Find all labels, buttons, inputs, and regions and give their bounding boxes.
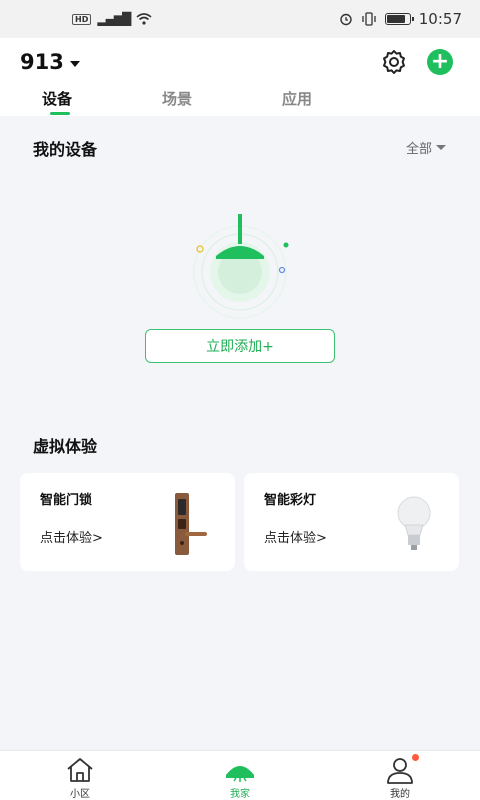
nav-item-my-home[interactable]: 我家 xyxy=(200,751,280,800)
status-bar: HD ▂▄▆█ 10:57 xyxy=(0,0,480,38)
card-cta[interactable]: 点击体验> xyxy=(264,527,327,546)
nav-label: 小区 xyxy=(70,789,90,800)
status-left: HD ▂▄▆█ xyxy=(72,12,152,26)
nav-item-community[interactable]: 小区 xyxy=(40,751,120,800)
signal-icon: ▂▄▆█ xyxy=(97,12,131,26)
smart-lock-card[interactable]: 智能门锁 点击体验> xyxy=(20,473,235,571)
nav-item-me[interactable]: 我的 xyxy=(360,751,440,800)
nav-label: 我的 xyxy=(390,789,410,800)
home-selector[interactable]: 913 xyxy=(20,50,80,74)
top-tabs: 设备 场景 应用 xyxy=(0,86,480,116)
my-devices-title: 我的设备 xyxy=(33,140,98,159)
tab-indicator xyxy=(50,112,70,115)
virtual-experience-title: 虚拟体验 xyxy=(33,437,98,456)
settings-gear-icon[interactable] xyxy=(380,48,408,76)
hd-badge: HD xyxy=(72,13,92,25)
card-title: 智能门锁 xyxy=(40,493,93,508)
card-cta[interactable]: 点击体验> xyxy=(40,527,103,546)
header: 913 + 设备 场景 应用 xyxy=(0,38,480,116)
caret-down-icon xyxy=(69,60,80,67)
nav-label: 我家 xyxy=(230,789,250,800)
plus-icon: + xyxy=(430,49,450,74)
smart-bulb-card[interactable]: 智能彩灯 点击体验> xyxy=(244,473,459,571)
tab-scenes[interactable]: 场景 xyxy=(162,88,192,109)
bottom-nav: 小区 我家 我的 xyxy=(0,750,480,800)
vibrate-icon xyxy=(362,12,376,26)
home-lamp-icon xyxy=(226,766,254,782)
smart-bulb-image xyxy=(397,496,431,550)
alarm-icon xyxy=(340,13,352,26)
add-device-button[interactable]: + xyxy=(427,49,453,75)
house-icon xyxy=(67,758,93,782)
caret-down-icon xyxy=(436,145,446,150)
device-filter-dropdown[interactable]: 全部 xyxy=(406,138,446,157)
home-name: 913 xyxy=(20,50,64,74)
status-time: 10:57 xyxy=(418,10,462,28)
battery-icon xyxy=(384,13,414,25)
empty-devices-illustration xyxy=(193,214,289,319)
notification-dot xyxy=(412,754,419,761)
card-title: 智能彩灯 xyxy=(264,493,317,508)
tab-devices[interactable]: 设备 xyxy=(42,88,72,109)
smart-lock-image xyxy=(175,493,207,555)
wifi-icon xyxy=(136,13,152,25)
user-icon xyxy=(387,758,413,784)
status-right: 10:57 xyxy=(339,10,462,28)
add-now-button[interactable]: 立即添加+ xyxy=(145,329,335,363)
filter-label: 全部 xyxy=(405,142,432,157)
tab-apps[interactable]: 应用 xyxy=(282,88,312,109)
